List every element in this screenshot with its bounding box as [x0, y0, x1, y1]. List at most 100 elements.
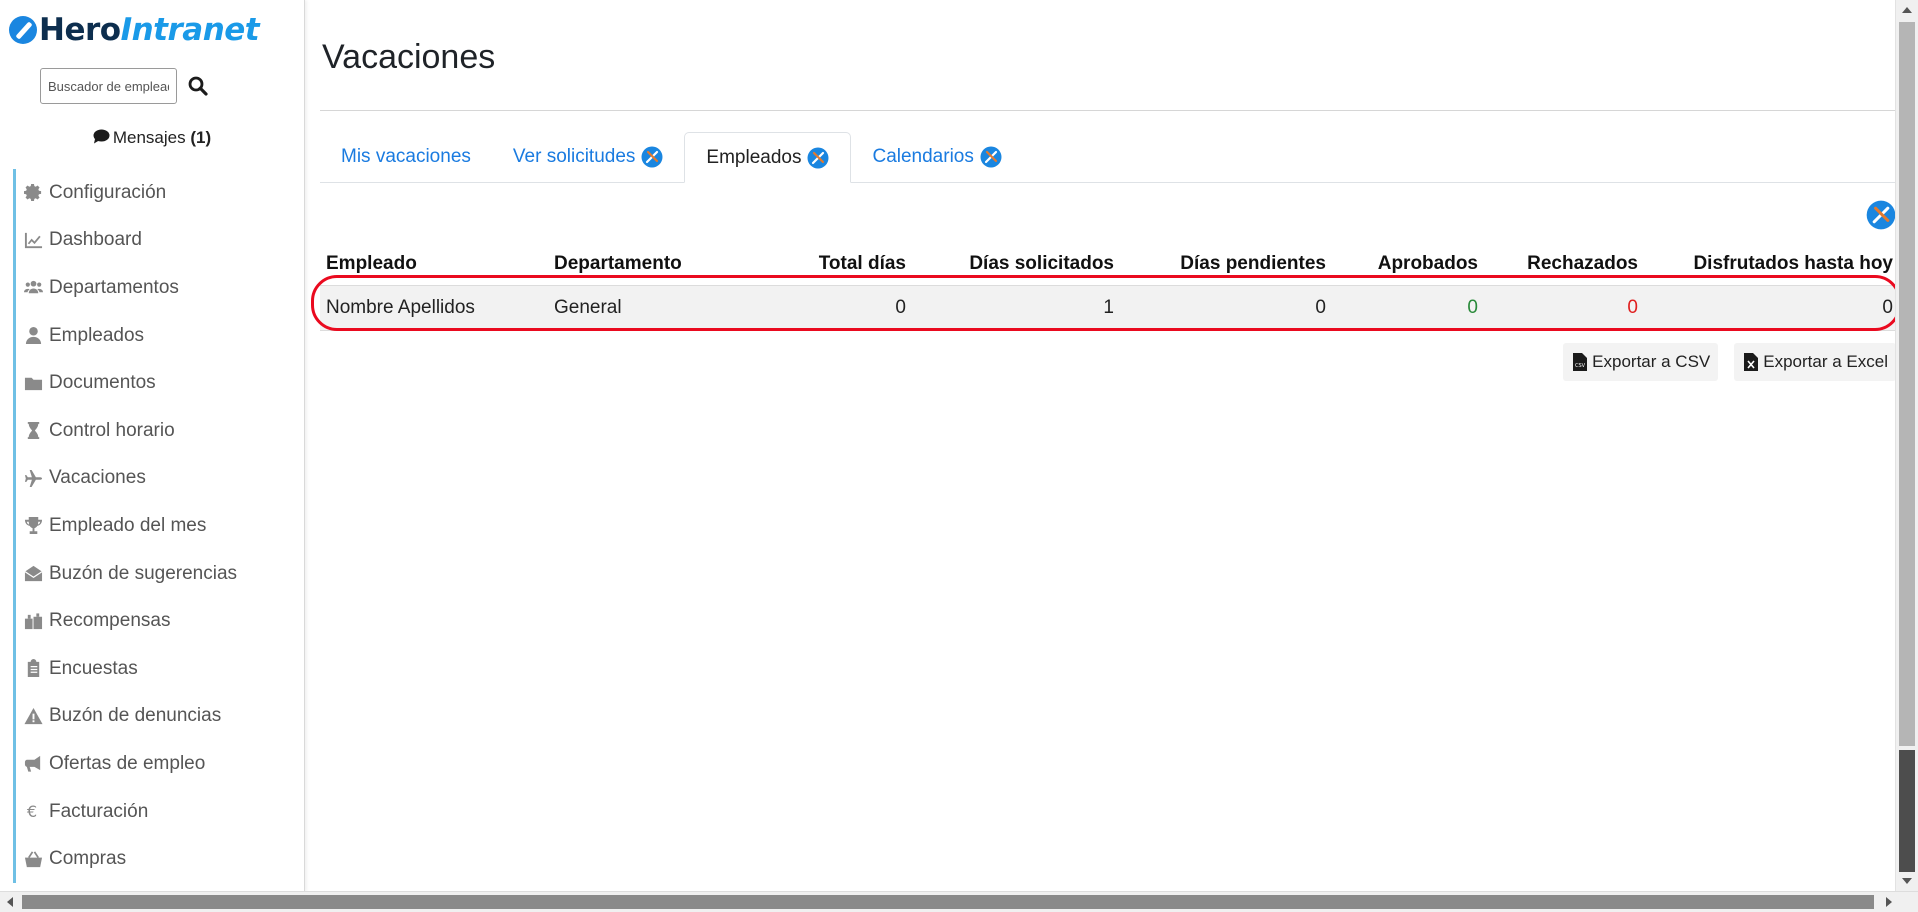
export-csv-label: Exportar a CSV	[1592, 352, 1711, 371]
sidebar-item-label: Control horario	[49, 419, 175, 441]
warning-icon	[23, 706, 43, 726]
column-header[interactable]: Empleado	[320, 243, 548, 286]
tab-label: Mis vacaciones	[341, 146, 471, 167]
sidebar-nav: Configuración Dashboard Departamentos Em…	[13, 169, 304, 883]
sidebar-item-facturacion[interactable]: € Facturación	[16, 788, 304, 836]
cell-approved: 0	[1332, 285, 1484, 331]
sidebar-item-label: Recompensas	[49, 610, 171, 632]
scroll-right-arrow-icon[interactable]	[1886, 897, 1892, 907]
export-csv-button[interactable]: CSV Exportar a CSV	[1563, 343, 1719, 381]
brand-name-part2: Intranet	[120, 12, 260, 48]
column-header[interactable]: Días solicitados	[912, 243, 1120, 286]
brand-logo[interactable]: Hero Intranet	[9, 10, 260, 50]
file-excel-icon	[1744, 353, 1759, 371]
sidebar-item-departamentos[interactable]: Departamentos	[16, 264, 304, 312]
tab-mis-vacaciones[interactable]: Mis vacaciones	[320, 132, 492, 182]
chart-line-icon	[23, 230, 43, 250]
export-excel-label: Exportar a Excel	[1763, 352, 1888, 371]
sidebar-item-label: Departamentos	[49, 276, 179, 298]
sidebar-item-ofertas-empleo[interactable]: Ofertas de empleo	[16, 740, 304, 788]
megaphone-icon	[23, 754, 43, 774]
users-icon	[23, 278, 43, 298]
plane-icon	[23, 468, 43, 488]
sidebar-item-empleados[interactable]: Empleados	[16, 312, 304, 360]
comment-icon	[93, 129, 110, 144]
page-title: Vacaciones	[322, 38, 496, 76]
hourglass-icon	[23, 421, 43, 441]
vertical-scroll-thumb[interactable]	[1899, 22, 1915, 746]
cell-rejected: 0	[1484, 285, 1644, 331]
vertical-scroll-track-lower[interactable]	[1899, 750, 1915, 872]
sidebar-item-compras[interactable]: Compras	[16, 835, 304, 883]
cell-department: General	[548, 285, 730, 331]
sidebar-item-label: Encuestas	[49, 657, 138, 679]
sidebar-item-buzon-denuncias[interactable]: Buzón de denuncias	[16, 693, 304, 741]
horizontal-scrollbar[interactable]	[0, 891, 1918, 912]
cell-pending-days: 0	[1120, 285, 1332, 331]
search-input[interactable]	[40, 68, 177, 104]
sidebar-item-configuracion[interactable]: Configuración	[16, 169, 304, 217]
table-header-row: Empleado Departamento Total días Días so…	[320, 243, 1899, 286]
column-header[interactable]: Total días	[730, 243, 912, 286]
tab-empleados[interactable]: Empleados	[684, 132, 852, 183]
folder-icon	[23, 373, 43, 393]
column-header[interactable]: Aprobados	[1332, 243, 1484, 286]
scroll-left-arrow-icon[interactable]	[7, 897, 13, 907]
tab-bar: Mis vacaciones Ver solicitudes Empleados…	[320, 132, 1899, 183]
logo-mark-icon	[9, 16, 37, 44]
sidebar-item-label: Empleados	[49, 324, 145, 346]
admin-tools-icon	[641, 146, 663, 168]
tab-label: Ver solicitudes	[512, 146, 636, 167]
basket-icon	[23, 849, 43, 869]
scroll-down-arrow-icon[interactable]	[1902, 878, 1912, 884]
brand-name-part1: Hero	[39, 12, 121, 48]
sidebar-item-label: Dashboard	[49, 229, 142, 251]
horizontal-scroll-thumb[interactable]	[22, 895, 1874, 909]
svg-text:CSV: CSV	[1575, 363, 1586, 369]
export-excel-button[interactable]: Exportar a Excel	[1734, 343, 1896, 381]
sidebar-item-label: Buzón de denuncias	[49, 705, 222, 727]
envelope-open-icon	[23, 564, 43, 584]
vertical-scrollbar[interactable]	[1895, 0, 1918, 892]
export-actions: CSV Exportar a CSV Exportar a Excel	[1563, 343, 1896, 381]
column-header[interactable]: Departamento	[548, 243, 730, 286]
tab-label: Calendarios	[872, 146, 974, 167]
sidebar-item-vacaciones[interactable]: Vacaciones	[16, 455, 304, 503]
column-header[interactable]: Disfrutados hasta hoy	[1644, 243, 1899, 286]
title-divider	[320, 110, 1899, 111]
sidebar-item-dashboard[interactable]: Dashboard	[16, 217, 304, 265]
messages-label: Mensajes	[112, 128, 186, 147]
sidebar-item-label: Buzón de sugerencias	[49, 562, 238, 584]
sidebar-item-label: Vacaciones	[49, 467, 146, 489]
tab-calendarios[interactable]: Calendarios	[851, 132, 1022, 182]
gear-icon	[23, 183, 43, 203]
sidebar-item-empleado-del-mes[interactable]: Empleado del mes	[16, 502, 304, 550]
messages-link[interactable]: Mensajes (1)	[0, 128, 304, 148]
column-header[interactable]: Rechazados	[1484, 243, 1644, 286]
table-row[interactable]: Nombre Apellidos General 0 1 0 0 0 0	[320, 285, 1899, 331]
column-header[interactable]: Días pendientes	[1120, 243, 1332, 286]
sidebar-item-label: Compras	[49, 848, 127, 870]
sidebar-item-label: Ofertas de empleo	[49, 752, 206, 774]
search-icon[interactable]	[187, 75, 209, 97]
tab-ver-solicitudes[interactable]: Ver solicitudes	[492, 132, 685, 182]
sidebar: Hero Intranet Mensajes (1) Configuración…	[0, 0, 305, 892]
admin-tools-icon	[807, 147, 829, 169]
sidebar-item-label: Empleado del mes	[49, 514, 207, 536]
clipboard-icon	[23, 659, 43, 679]
admin-tools-icon	[980, 146, 1002, 168]
admin-tools-icon[interactable]	[1866, 200, 1896, 230]
cell-enjoyed-to-date: 0	[1644, 285, 1899, 331]
sidebar-item-documentos[interactable]: Documentos	[16, 359, 304, 407]
euro-icon: €	[23, 802, 43, 822]
file-csv-icon: CSV	[1573, 353, 1588, 371]
sidebar-item-control-horario[interactable]: Control horario	[16, 407, 304, 455]
employees-table: Empleado Departamento Total días Días so…	[320, 243, 1899, 331]
user-icon	[23, 326, 43, 346]
sidebar-item-recompensas[interactable]: Recompensas	[16, 597, 304, 645]
cell-requested-days: 1	[912, 285, 1120, 331]
sidebar-item-buzon-sugerencias[interactable]: Buzón de sugerencias	[16, 550, 304, 598]
scroll-up-arrow-icon[interactable]	[1902, 7, 1912, 13]
sidebar-item-encuestas[interactable]: Encuestas	[16, 645, 304, 693]
cell-total-days: 0	[730, 285, 912, 331]
